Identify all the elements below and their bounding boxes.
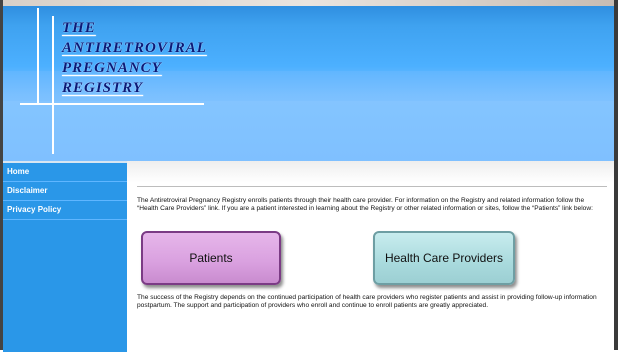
logo-vertical-line-2 — [52, 16, 54, 154]
main-content: The Antiretroviral Pregnancy Registry en… — [127, 161, 614, 350]
page: THE ANTIRETROVIRAL PREGNANCY REGISTRY Ho… — [0, 0, 618, 352]
sidebar-item-privacy-policy[interactable]: Privacy Policy — [3, 201, 127, 220]
logo-horizontal-line — [20, 103, 204, 105]
divider — [137, 186, 607, 187]
logo-line-pregnancy: PREGNANCY — [62, 60, 162, 76]
logo-vertical-line-1 — [37, 8, 39, 103]
logo-line-antiretroviral: ANTIRETROVIRAL — [62, 40, 207, 56]
sidebar-item-disclaimer[interactable]: Disclaimer — [3, 182, 127, 201]
right-border — [614, 0, 618, 350]
logo-line-registry: REGISTRY — [62, 80, 144, 96]
patients-button[interactable]: Patients — [141, 231, 281, 285]
closing-paragraph: The success of the Registry depends on t… — [137, 294, 597, 310]
registry-logo[interactable]: THE ANTIRETROVIRAL PREGNANCY REGISTRY — [62, 18, 207, 98]
logo-line-the: THE — [62, 20, 96, 36]
intro-paragraph: The Antiretroviral Pregnancy Registry en… — [137, 197, 593, 213]
health-care-providers-button[interactable]: Health Care Providers — [373, 231, 515, 285]
sidebar-item-home[interactable]: Home — [3, 163, 127, 182]
sidebar-nav: Home Disclaimer Privacy Policy — [3, 161, 127, 352]
